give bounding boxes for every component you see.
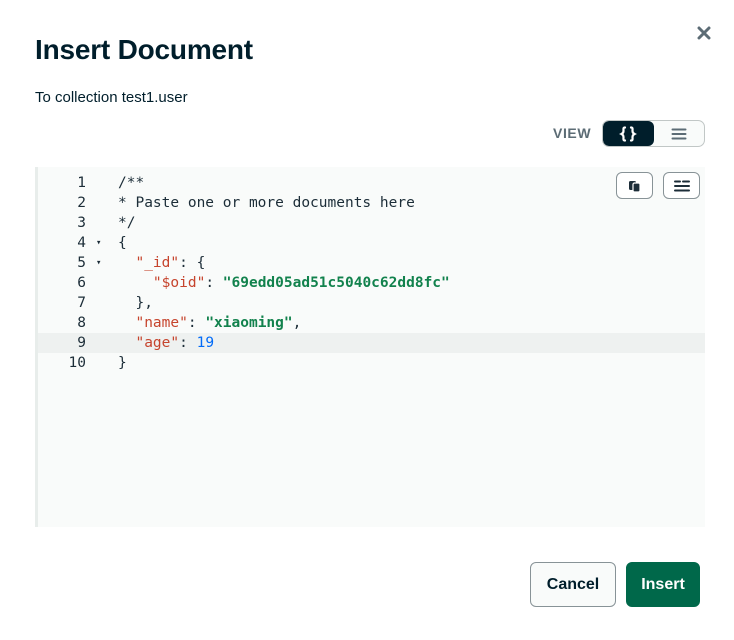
code-text: } — [118, 353, 127, 373]
code-text: "age": 19 — [118, 333, 214, 353]
dialog-subtitle: To collection test1.user — [35, 89, 188, 106]
code-line[interactable]: 4 ▾ { — [38, 233, 705, 253]
format-button[interactable] — [663, 172, 700, 199]
token-comment: */ — [118, 215, 136, 231]
close-icon — [697, 26, 711, 40]
token-punct: : — [187, 315, 206, 331]
token-num: 19 — [196, 335, 215, 351]
json-view-button[interactable] — [603, 121, 654, 146]
copy-button[interactable] — [616, 172, 653, 199]
token-key: "$oid" — [152, 275, 206, 291]
code-text: }, — [118, 293, 153, 313]
token-punct: , — [292, 315, 302, 331]
code-line[interactable]: 9 "age": 19 — [38, 333, 705, 353]
code-line[interactable]: 6 "$oid": "69edd05ad51c5040c62dd8fc" — [38, 273, 705, 293]
line-number: 10 — [68, 355, 86, 371]
list-view-button[interactable] — [654, 121, 705, 146]
code-text: "name": "xiaoming", — [118, 313, 301, 333]
token-punct: : — [205, 275, 223, 291]
view-label: VIEW — [553, 125, 592, 141]
token-key: "_id" — [135, 255, 180, 271]
token-punct: { — [118, 235, 127, 251]
token-punct — [118, 335, 135, 351]
line-number: 9 — [77, 335, 86, 351]
insert-document-dialog: Insert Document To collection test1.user… — [0, 0, 734, 640]
json-braces-icon — [619, 125, 638, 142]
code-text: "_id": { — [118, 253, 205, 273]
line-number: 7 — [77, 295, 86, 311]
token-punct: } — [118, 355, 127, 371]
code-line[interactable]: 7 }, — [38, 293, 705, 313]
token-punct: }, — [118, 295, 153, 311]
line-number: 1 — [77, 175, 86, 191]
cancel-button[interactable]: Cancel — [530, 562, 616, 607]
token-punct — [118, 275, 153, 291]
json-editor[interactable]: 1 /** 2 * Paste one or more documents here 3… — [35, 167, 705, 527]
token-key: "name" — [135, 315, 188, 331]
line-number: 5 — [77, 255, 86, 271]
dialog-title: Insert Document — [35, 34, 253, 65]
line-number: 6 — [77, 275, 86, 291]
token-comment: /** — [118, 175, 145, 191]
code-line[interactable]: 3 */ — [38, 213, 705, 233]
line-number: 3 — [77, 215, 86, 231]
token-punct: : — [179, 335, 197, 351]
code-line[interactable]: 2 * Paste one or more documents here — [38, 193, 705, 213]
code-line[interactable]: 8 "name": "xiaoming", — [38, 313, 705, 333]
insert-button[interactable]: Insert — [626, 562, 700, 607]
view-toggle — [602, 120, 705, 147]
token-punct: : { — [179, 255, 206, 271]
token-comment: * Paste one or more documents here — [118, 195, 415, 211]
close-button[interactable] — [693, 22, 715, 44]
code-line[interactable]: 5 ▾ "_id": { — [38, 253, 705, 273]
fold-toggle-icon[interactable]: ▾ — [96, 233, 101, 253]
token-str: "69edd05ad51c5040c62dd8fc" — [222, 275, 450, 291]
format-icon — [673, 180, 690, 191]
code-text: */ — [118, 213, 135, 233]
code-line[interactable]: 1 /** — [38, 173, 705, 193]
token-str: "xiaoming" — [205, 315, 293, 331]
copy-icon — [628, 180, 641, 193]
token-punct — [118, 255, 135, 271]
code-text: * Paste one or more documents here — [118, 193, 415, 213]
token-punct — [118, 315, 135, 331]
code-text: { — [118, 233, 127, 253]
line-number: 4 — [77, 235, 86, 251]
list-icon — [671, 128, 687, 139]
line-number: 8 — [77, 315, 86, 331]
code-line[interactable]: 10} — [38, 353, 705, 373]
fold-toggle-icon[interactable]: ▾ — [96, 253, 101, 273]
token-key: "age" — [135, 335, 180, 351]
line-number: 2 — [77, 195, 86, 211]
code-text: /** — [118, 173, 144, 193]
code-text: "$oid": "69edd05ad51c5040c62dd8fc" — [118, 273, 450, 293]
